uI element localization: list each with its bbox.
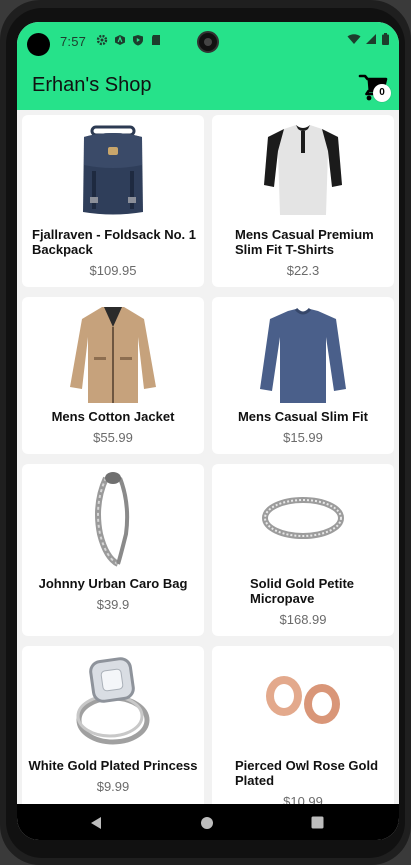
recents-square-icon[interactable]: [311, 816, 324, 829]
product-price: $168.99: [279, 612, 327, 627]
long-sleeve-shirt-image: [260, 307, 346, 403]
product-price: $15.99: [283, 430, 323, 445]
home-circle-icon[interactable]: [200, 816, 214, 830]
ring-image: [262, 497, 344, 539]
navigation-bar: [17, 804, 399, 840]
status-notification-icons: [96, 34, 162, 46]
settings-icon: [96, 34, 108, 46]
princess-ring-image: [76, 657, 150, 745]
backpack-image: [83, 125, 143, 215]
product-card[interactable]: Johnny Urban Caro Bag $39.9: [22, 464, 204, 636]
wifi-icon: [347, 34, 361, 44]
product-name: Mens Casual Slim Fit: [237, 409, 369, 424]
product-price: $22.3: [286, 263, 320, 278]
front-camera-punch-hole: [197, 31, 219, 53]
page-title: Erhan's Shop: [32, 74, 152, 96]
product-card[interactable]: Mens Casual Slim Fit $15.99: [212, 297, 394, 454]
product-grid: Fjallraven - Foldsack No. 1 Backpack $10…: [17, 110, 399, 804]
status-bar: 7:57: [17, 22, 399, 60]
product-card[interactable]: Fjallraven - Foldsack No. 1 Backpack $10…: [22, 115, 204, 287]
product-name: Solid Gold Petite Micropave: [250, 576, 355, 606]
bracelet-image: [95, 472, 130, 567]
status-time: 7:57: [60, 34, 87, 49]
product-price: $9.99: [96, 779, 130, 794]
product-price: $39.9: [96, 597, 130, 612]
camera-cutout: [27, 33, 50, 56]
play-shield-icon: [133, 35, 143, 46]
battery-icon: [382, 33, 389, 45]
product-card[interactable]: Solid Gold Petite Micropave $168.99: [212, 464, 394, 636]
device-frame: 7:57 Erhan's Shop 0 Fjallraven - Foldsac…: [0, 0, 411, 865]
sd-card-icon: [152, 35, 160, 45]
tshirt-image: [264, 125, 342, 215]
app-bar: Erhan's Shop 0: [17, 60, 399, 110]
jacket-image: [70, 307, 156, 403]
cart-count-badge: 0: [373, 84, 391, 102]
screen: 7:57 Erhan's Shop 0 Fjallraven - Foldsac…: [17, 22, 399, 840]
product-name: Fjallraven - Foldsack No. 1 Backpack: [32, 227, 196, 257]
product-card[interactable]: Pierced Owl Rose Gold Plated $10.99: [212, 646, 394, 804]
product-card[interactable]: Mens Cotton Jacket $55.99: [22, 297, 204, 454]
status-system-icons: [347, 33, 389, 45]
back-triangle-icon[interactable]: [89, 816, 103, 830]
product-price: $109.95: [89, 263, 137, 278]
product-card[interactable]: White Gold Plated Princess $9.99: [22, 646, 204, 804]
product-name: Johnny Urban Caro Bag: [38, 576, 188, 591]
rose-gold-plugs-image: [266, 676, 340, 724]
product-name: Pierced Owl Rose Gold Plated: [235, 758, 379, 788]
signal-icon: [366, 34, 376, 44]
product-name: White Gold Plated Princess: [28, 758, 198, 773]
product-name: Mens Cotton Jacket: [51, 409, 175, 424]
product-name: Mens Casual Premium Slim Fit T-Shirts: [235, 227, 374, 257]
app-shield-icon: [115, 35, 125, 45]
product-card[interactable]: Mens Casual Premium Slim Fit T-Shirts $2…: [212, 115, 394, 287]
product-price: $10.99: [283, 794, 323, 804]
product-price: $55.99: [93, 430, 133, 445]
